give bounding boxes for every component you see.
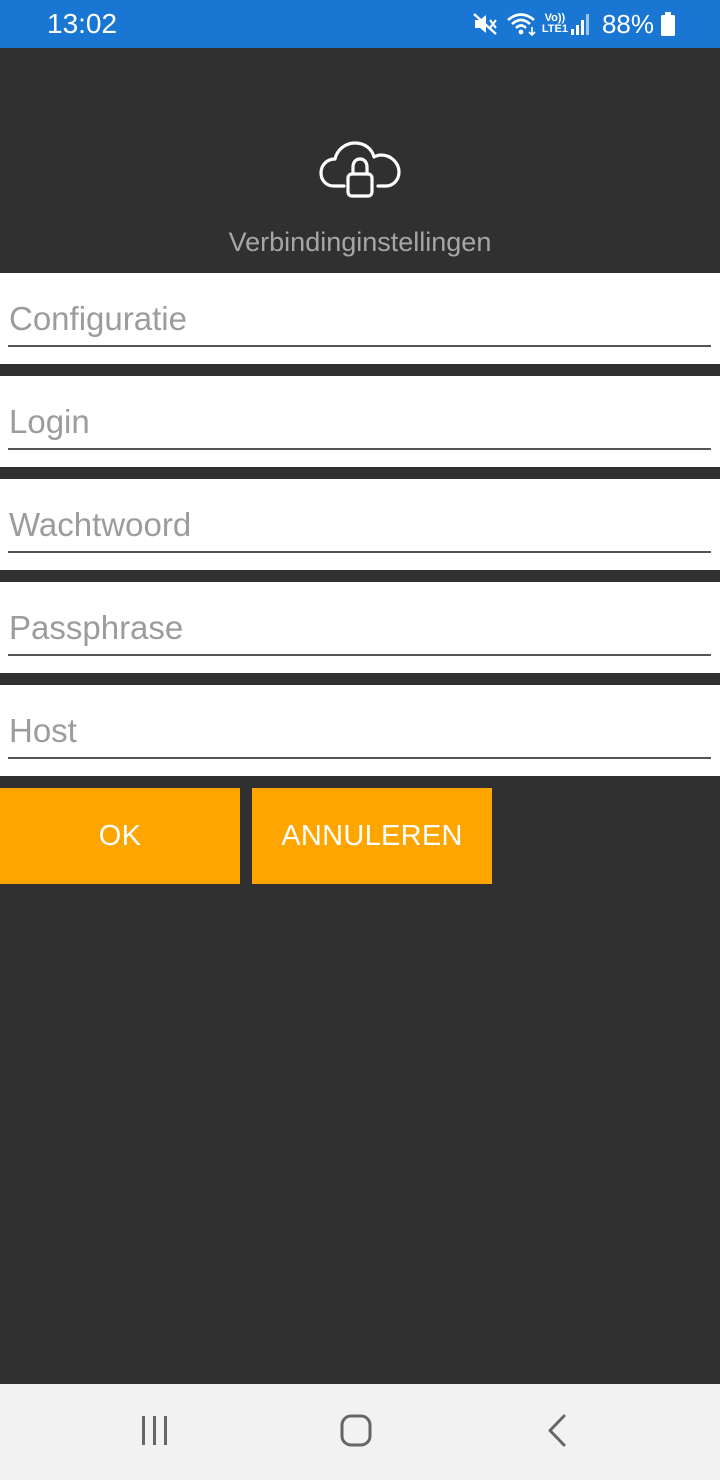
volte-bottom-label: LTE1 bbox=[541, 23, 568, 35]
cloud-lock-icon bbox=[318, 140, 402, 202]
passphrase-field-row bbox=[0, 582, 720, 673]
navigation-bar bbox=[0, 1384, 720, 1480]
battery-percent: 88% bbox=[601, 8, 654, 39]
passphrase-input[interactable] bbox=[8, 602, 711, 656]
configuratie-input[interactable] bbox=[8, 293, 711, 347]
host-input[interactable] bbox=[8, 705, 711, 759]
login-field-row bbox=[0, 376, 720, 467]
host-field-row bbox=[0, 685, 720, 776]
login-input[interactable] bbox=[8, 396, 711, 450]
volte-icon: Vo)) LTE1 bbox=[542, 13, 568, 35]
status-time: 13:02 bbox=[47, 8, 118, 39]
header: Verbindinginstellingen bbox=[0, 48, 720, 273]
recent-apps-icon[interactable] bbox=[138, 1414, 172, 1453]
back-icon[interactable] bbox=[541, 1414, 575, 1453]
page-title: Verbindinginstellingen bbox=[228, 227, 492, 257]
signal-icon bbox=[570, 12, 592, 36]
status-bar: 13:02 Vo)) LTE1 88% bbox=[0, 0, 720, 48]
cancel-button[interactable]: ANNULEREN bbox=[252, 788, 492, 884]
battery-icon bbox=[660, 11, 676, 37]
status-icons: Vo)) LTE1 88% bbox=[472, 7, 676, 41]
mute-icon bbox=[472, 11, 498, 37]
ok-button[interactable]: OK bbox=[0, 788, 240, 884]
wachtwoord-input[interactable] bbox=[8, 499, 711, 553]
configuratie-field-row bbox=[0, 273, 720, 364]
wifi-icon bbox=[506, 11, 536, 37]
home-icon[interactable] bbox=[339, 1414, 373, 1453]
wachtwoord-field-row bbox=[0, 479, 720, 570]
